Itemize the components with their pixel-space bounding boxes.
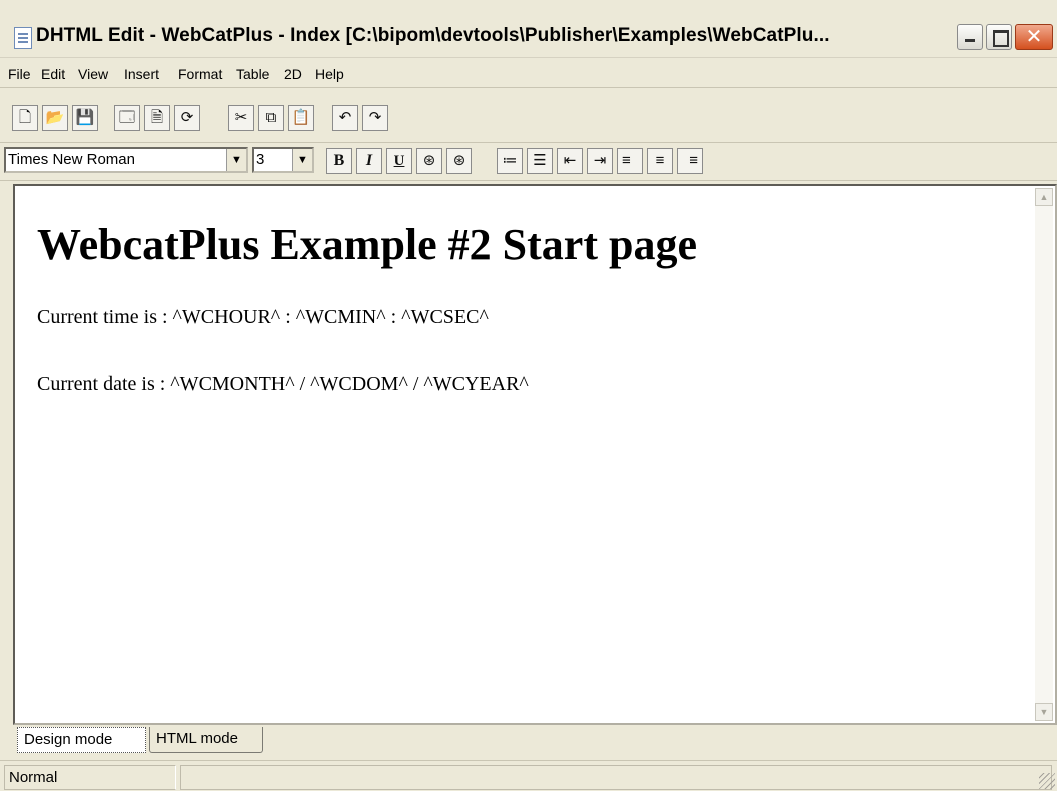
menu-file[interactable]: File: [8, 66, 31, 82]
maximize-button[interactable]: [986, 24, 1012, 50]
new-icon[interactable]: 🗋: [12, 105, 38, 131]
close-icon: ✕: [1025, 26, 1043, 48]
vertical-scrollbar[interactable]: ▲ ▼: [1035, 188, 1053, 721]
redo-icon[interactable]: ↷: [362, 105, 388, 131]
scroll-down-icon[interactable]: ▼: [1035, 703, 1053, 721]
app-window: DHTML Edit - WebCatPlus - Index [C:\bipo…: [0, 0, 1057, 791]
font-size-select[interactable]: 3 ▼: [252, 147, 314, 173]
menu-help[interactable]: Help: [315, 66, 344, 82]
numbered-list-icon[interactable]: ≔: [497, 148, 523, 174]
cut-icon[interactable]: ✂: [228, 105, 254, 131]
menu-2d[interactable]: 2D: [284, 66, 302, 82]
status-panel: [180, 765, 1052, 790]
align-center-icon[interactable]: ≡: [647, 148, 673, 174]
chevron-down-icon[interactable]: ▼: [292, 149, 312, 171]
save-icon[interactable]: 💾: [72, 105, 98, 131]
foreground-color-icon[interactable]: ⊛: [416, 148, 442, 174]
open-icon[interactable]: 📂: [42, 105, 68, 131]
mode-tabs: Design mode HTML mode: [13, 725, 1057, 755]
font-name-value: Times New Roman: [8, 151, 135, 168]
menu-format[interactable]: Format: [178, 66, 222, 82]
document-icon[interactable]: 🗎: [144, 105, 170, 131]
menu-view[interactable]: View: [78, 66, 108, 82]
refresh-icon[interactable]: ⟳: [174, 105, 200, 131]
align-right-icon[interactable]: ≡: [677, 148, 703, 174]
menu-edit[interactable]: Edit: [41, 66, 65, 82]
standard-toolbar: 🗋 📂 💾 🗔 🗎 ⟳ ✂ ⧉ 📋 ↶ ↷: [0, 93, 1057, 143]
underline-button[interactable]: U: [386, 148, 412, 174]
paste-icon[interactable]: 📋: [288, 105, 314, 131]
font-name-select[interactable]: Times New Roman ▼: [4, 147, 248, 173]
resize-grip-icon[interactable]: [1039, 773, 1055, 789]
window-title: DHTML Edit - WebCatPlus - Index [C:\bipo…: [36, 25, 830, 46]
menu-table[interactable]: Table: [236, 66, 269, 82]
status-style: Normal: [4, 765, 176, 790]
properties-icon[interactable]: 🗔: [114, 105, 140, 131]
bold-button[interactable]: B: [326, 148, 352, 174]
title-bar[interactable]: DHTML Edit - WebCatPlus - Index [C:\bipo…: [0, 0, 1057, 58]
menu-insert[interactable]: Insert: [124, 66, 159, 82]
document-heading: WebcatPlus Example #2 Start page: [37, 220, 697, 269]
italic-button[interactable]: I: [356, 148, 382, 174]
current-time-line: Current time is : ^WCHOUR^ : ^WCMIN^ : ^…: [37, 306, 489, 328]
align-left-icon[interactable]: ≡: [617, 148, 643, 174]
tab-html-mode[interactable]: HTML mode: [149, 727, 263, 753]
tab-design-mode[interactable]: Design mode: [17, 727, 146, 753]
close-button[interactable]: ✕: [1015, 24, 1053, 50]
font-size-value: 3: [256, 151, 265, 168]
menu-bar: File Edit View Insert Format Table 2D He…: [0, 62, 1057, 88]
editor-canvas[interactable]: WebcatPlus Example #2 Start page Current…: [13, 184, 1057, 725]
undo-icon[interactable]: ↶: [332, 105, 358, 131]
indent-icon[interactable]: ⇥: [587, 148, 613, 174]
background-color-icon[interactable]: ⊛: [446, 148, 472, 174]
chevron-down-icon[interactable]: ▼: [226, 149, 246, 171]
bullet-list-icon[interactable]: ☰: [527, 148, 553, 174]
scroll-up-icon[interactable]: ▲: [1035, 188, 1053, 206]
minimize-button[interactable]: [957, 24, 983, 50]
current-date-line: Current date is : ^WCMONTH^ / ^WCDOM^ / …: [37, 373, 529, 395]
copy-icon[interactable]: ⧉: [258, 105, 284, 131]
status-bar: Normal: [0, 760, 1057, 791]
document-app-icon: [14, 27, 32, 49]
outdent-icon[interactable]: ⇤: [557, 148, 583, 174]
